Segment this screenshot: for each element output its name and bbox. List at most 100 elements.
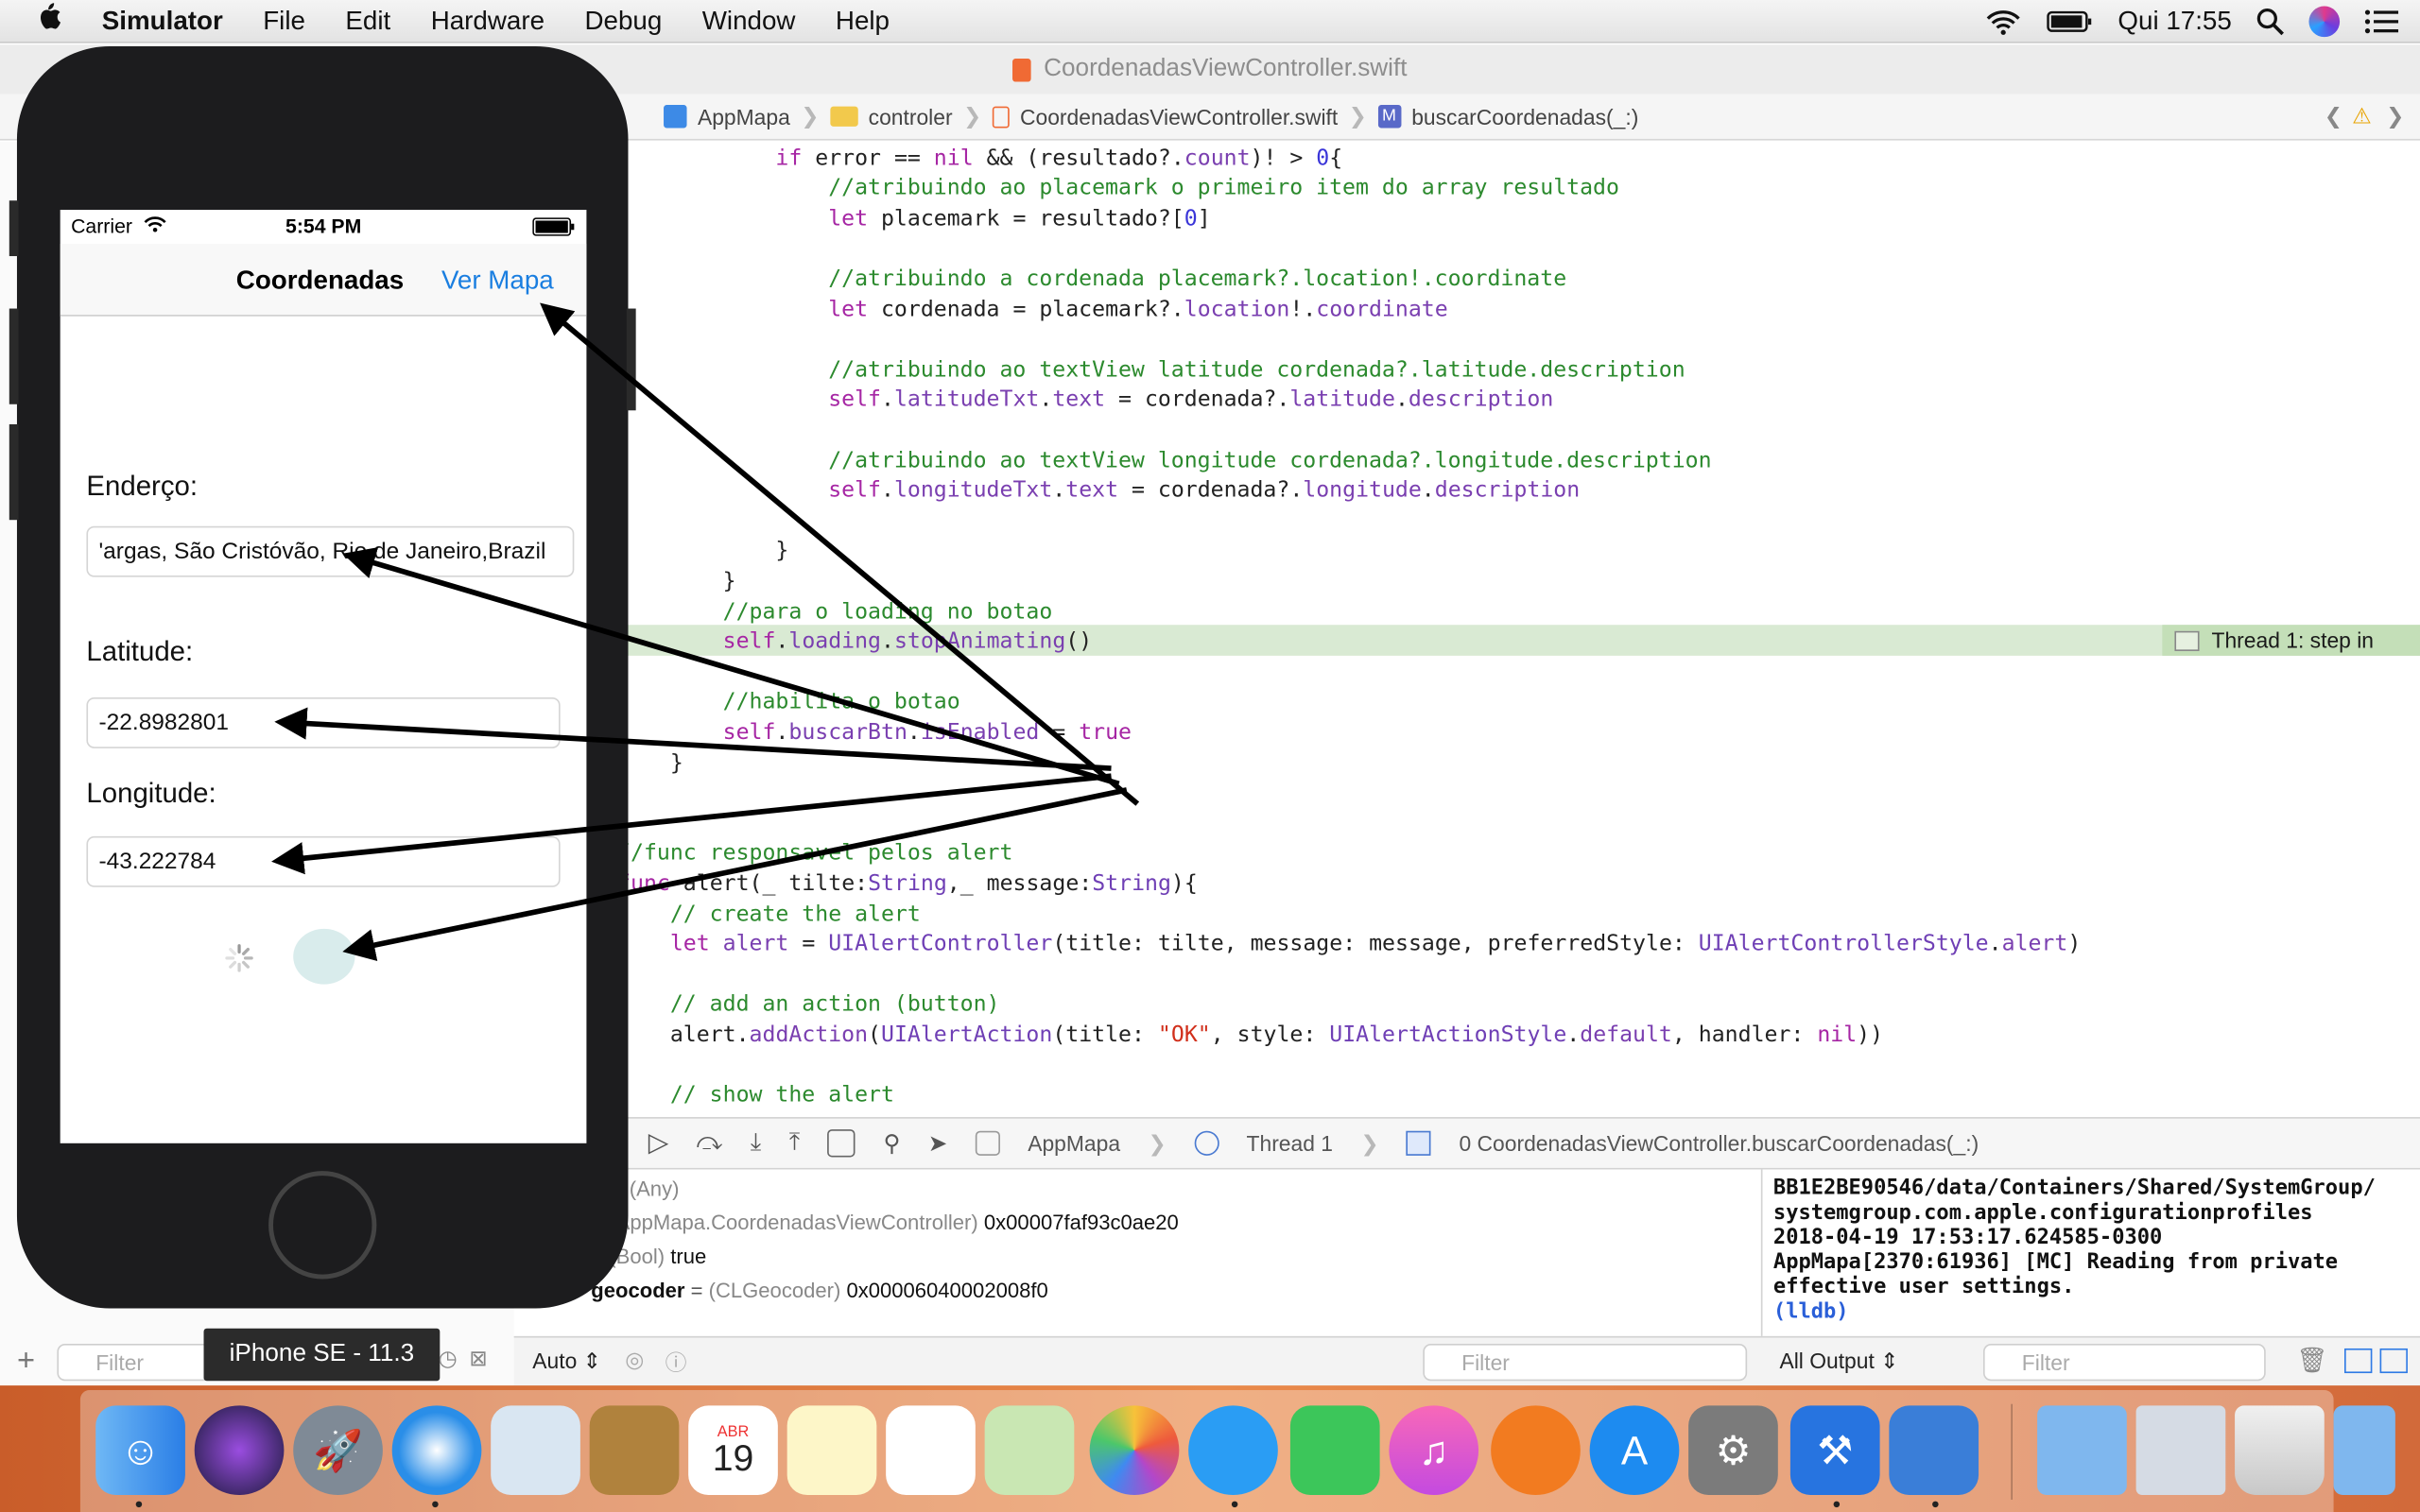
facetime-icon[interactable]: [1289, 1405, 1380, 1496]
power-button[interactable]: [626, 308, 636, 411]
jumpbar-method[interactable]: buscarCoordenadas(_:): [1411, 104, 1638, 129]
ver-mapa-button[interactable]: Ver Mapa: [441, 266, 554, 297]
step-out-icon[interactable]: ⤒: [789, 1129, 801, 1157]
folder-dock-icon[interactable]: [2333, 1405, 2395, 1496]
navigator-filter-field[interactable]: Filter: [57, 1344, 212, 1382]
code-line[interactable]: }: [617, 538, 2420, 568]
safari-icon[interactable]: [391, 1405, 482, 1496]
code-line[interactable]: [617, 961, 2420, 991]
code-line[interactable]: // create the alert: [617, 901, 2420, 931]
contacts-icon[interactable]: [589, 1405, 680, 1496]
menu-app-simulator[interactable]: Simulator: [82, 6, 243, 37]
code-line[interactable]: let alert = UIAlertController(title: til…: [617, 931, 2420, 961]
info-icon[interactable]: ⓘ: [666, 1347, 687, 1378]
code-line[interactable]: func alert(_ tilte:String,_ message:Stri…: [617, 870, 2420, 901]
menu-debug[interactable]: Debug: [564, 6, 682, 37]
code-line[interactable]: }: [617, 568, 2420, 598]
volume-down-button[interactable]: [9, 423, 19, 521]
launchpad-icon[interactable]: 🚀: [293, 1405, 383, 1496]
apple-menu-icon[interactable]: [0, 2, 82, 41]
calendar-icon[interactable]: ABR 19: [688, 1405, 778, 1496]
code-line[interactable]: [617, 507, 2420, 538]
volume-up-button[interactable]: [9, 308, 19, 404]
filter-scope-icon[interactable]: ⊠: [469, 1346, 487, 1372]
menu-hardware[interactable]: Hardware: [410, 6, 564, 37]
notes-icon[interactable]: [786, 1405, 877, 1496]
auto-dropdown[interactable]: Auto ⇕: [532, 1349, 601, 1375]
nav-back-icon[interactable]: ❮: [2325, 103, 2342, 129]
jumpbar-project[interactable]: AppMapa: [698, 104, 790, 129]
document-stack-icon[interactable]: [2135, 1405, 2226, 1496]
longitude-field[interactable]: -43.222784: [86, 835, 561, 887]
mail-icon[interactable]: [491, 1405, 580, 1496]
step-over-icon[interactable]: ⤼: [696, 1129, 722, 1157]
recent-icon[interactable]: ◷: [439, 1346, 458, 1372]
variables-view[interactable]: der (Any) = (AppMapa.CoordenadasViewCont…: [513, 1169, 1761, 1336]
code-line[interactable]: //atribuindo ao placemark o primeiro ite…: [617, 175, 2420, 205]
spotlight-search-icon[interactable]: [2256, 8, 2284, 36]
view-debugger-icon[interactable]: [827, 1129, 856, 1158]
code-line[interactable]: [617, 810, 2420, 840]
trash-dock-icon[interactable]: [2235, 1405, 2325, 1496]
latitude-field[interactable]: -22.8982801: [86, 696, 561, 748]
code-line[interactable]: [617, 1052, 2420, 1082]
left-panel-toggle-icon[interactable]: [2344, 1348, 2373, 1374]
variable-row[interactable]: = (AppMapa.CoordenadasViewController) 0x…: [591, 1211, 1179, 1234]
messages-icon[interactable]: [1188, 1405, 1278, 1496]
code-line[interactable]: self.buscarBtn.isEnabled = true: [617, 719, 2420, 749]
siri-dock-icon[interactable]: [194, 1405, 285, 1496]
code-line[interactable]: [617, 235, 2420, 266]
debugbar-thread[interactable]: Thread 1: [1247, 1131, 1334, 1156]
finder-icon[interactable]: ☺: [95, 1405, 185, 1496]
output-dropdown[interactable]: All Output ⇕: [1779, 1349, 1898, 1375]
menu-window[interactable]: Window: [683, 6, 816, 37]
right-panel-toggle-icon[interactable]: [2379, 1348, 2408, 1374]
siri-icon[interactable]: [2308, 6, 2341, 38]
code-line[interactable]: //para o loading no botao: [617, 598, 2420, 628]
debug-console[interactable]: BB1E2BE90546/data/Containers/Shared/Syst…: [1760, 1169, 2420, 1336]
jumpbar-folder[interactable]: controler: [869, 104, 953, 129]
itunes-icon[interactable]: ♫: [1389, 1405, 1479, 1496]
nav-forward-icon[interactable]: ❯: [2386, 103, 2404, 129]
variables-filter-field[interactable]: Filter: [1423, 1344, 1748, 1382]
app-store-icon[interactable]: A: [1589, 1405, 1680, 1496]
code-line[interactable]: }: [617, 749, 2420, 780]
console-prompt[interactable]: (lldb): [1773, 1299, 2420, 1324]
continue-icon[interactable]: ▷: [648, 1127, 668, 1159]
downloads-folder-icon[interactable]: [2037, 1405, 2127, 1496]
warning-icon[interactable]: ⚠: [2352, 103, 2372, 129]
code-line[interactable]: // add an action (button): [617, 991, 2420, 1022]
code-line[interactable]: //atribuindo ao textView latitude corden…: [617, 356, 2420, 387]
code-line[interactable]: //atribuindo ao textView longitude corde…: [617, 447, 2420, 477]
code-line[interactable]: [617, 417, 2420, 447]
ibooks-icon[interactable]: [1491, 1405, 1581, 1496]
code-line[interactable]: if error == nil && (resultado?.count)! >…: [617, 145, 2420, 175]
step-into-icon[interactable]: ⤓: [751, 1129, 762, 1157]
console-filter-field[interactable]: Filter: [1982, 1344, 2266, 1382]
code-editor[interactable]: Thread 1: step in if error == nil && (re…: [617, 142, 2420, 1118]
menu-edit[interactable]: Edit: [325, 6, 410, 37]
debugbar-app[interactable]: AppMapa: [1028, 1131, 1120, 1156]
wifi-icon[interactable]: [1985, 8, 2022, 35]
code-line[interactable]: alert.addAction(UIAlertAction(title: "OK…: [617, 1022, 2420, 1052]
code-line[interactable]: [617, 326, 2420, 356]
reminders-icon[interactable]: [886, 1405, 976, 1496]
trash-icon[interactable]: 🗑: [2296, 1346, 2327, 1377]
add-icon[interactable]: +: [17, 1344, 35, 1380]
debugbar-frame[interactable]: 0 CoordenadasViewController.buscarCoorde…: [1459, 1131, 1979, 1156]
code-line[interactable]: let cordenada = placemark?.location!.coo…: [617, 296, 2420, 326]
code-line[interactable]: self.longitudeTxt.text = cordenada?.long…: [617, 477, 2420, 507]
code-line[interactable]: //func responsavel pelos alert: [617, 840, 2420, 870]
system-preferences-icon[interactable]: ⚙: [1688, 1405, 1778, 1496]
jumpbar-file[interactable]: CoordenadasViewController.swift: [1020, 104, 1338, 129]
simulator-dock-icon[interactable]: [1889, 1405, 1979, 1496]
code-line[interactable]: self.loading.stopAnimating(): [617, 628, 2420, 659]
endereco-field[interactable]: 'argas, São Cristóvão, Rio de Janeiro,Br…: [86, 525, 575, 577]
code-line[interactable]: // show the alert: [617, 1082, 2420, 1112]
maps-icon[interactable]: [984, 1405, 1075, 1496]
code-line[interactable]: //habilita o botao: [617, 689, 2420, 719]
code-line[interactable]: self.latitudeTxt.text = cordenada?.latit…: [617, 387, 2420, 417]
battery-icon[interactable]: [2047, 9, 2093, 34]
code-line[interactable]: [617, 659, 2420, 689]
location-icon[interactable]: ➤: [928, 1129, 948, 1158]
